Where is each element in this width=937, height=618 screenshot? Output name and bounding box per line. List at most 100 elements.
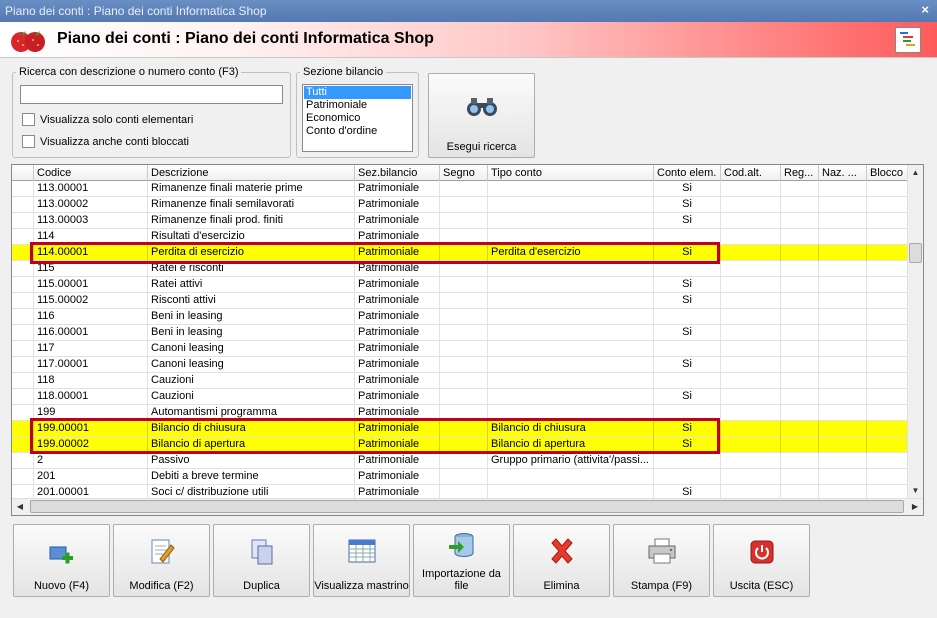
cell-sez-bilancio[interactable]: Patrimoniale [355,293,440,309]
row-indicator[interactable] [12,197,34,213]
table-row[interactable]: 114 Risultati d'esercizio Patrimoniale [12,229,908,245]
cell-descrizione[interactable]: Canoni leasing [148,357,355,373]
vertical-scrollbar[interactable]: ▲ ▼ [907,165,923,499]
cell-naz[interactable] [819,245,867,261]
cell-cod-alt[interactable] [721,405,781,421]
cell-codice[interactable]: 116 [34,309,148,325]
table-row[interactable]: 118 Cauzioni Patrimoniale [12,373,908,389]
cell-conto-elem[interactable]: Si [654,197,721,213]
row-indicator[interactable] [12,181,34,197]
cell-cod-alt[interactable] [721,213,781,229]
row-indicator[interactable] [12,389,34,405]
cell-conto-elem[interactable] [654,309,721,325]
column-header-sez-bilancio[interactable]: Sez.bilancio [355,165,440,181]
cell-naz[interactable] [819,469,867,485]
cell-blocco[interactable] [867,261,908,277]
cell-tipo-conto[interactable] [488,197,654,213]
checkbox-anche-bloccati[interactable]: Visualizza anche conti bloccati [22,135,189,148]
cell-segno[interactable] [440,357,488,373]
cell-tipo-conto[interactable] [488,325,654,341]
cell-naz[interactable] [819,357,867,373]
cell-sez-bilancio[interactable]: Patrimoniale [355,437,440,453]
cell-codice[interactable]: 115.00002 [34,293,148,309]
cell-codice[interactable]: 117.00001 [34,357,148,373]
cell-descrizione[interactable]: Ratei e risconti [148,261,355,277]
cell-naz[interactable] [819,229,867,245]
cell-descrizione[interactable]: Automantismi programma [148,405,355,421]
cell-blocco[interactable] [867,357,908,373]
cell-cod-alt[interactable] [721,309,781,325]
cell-sez-bilancio[interactable]: Patrimoniale [355,357,440,373]
cell-descrizione[interactable]: Debiti a breve termine [148,469,355,485]
table-row[interactable]: 115.00001 Ratei attivi Patrimoniale Si [12,277,908,293]
sezione-option[interactable]: Conto d'ordine [304,125,411,138]
cell-codice[interactable]: 113.00003 [34,213,148,229]
cell-codice[interactable]: 114 [34,229,148,245]
sezione-option[interactable]: Patrimoniale [304,99,411,112]
table-row[interactable]: 199.00002 Bilancio di apertura Patrimonial… [12,437,908,453]
cell-sez-bilancio[interactable]: Patrimoniale [355,325,440,341]
cell-blocco[interactable] [867,293,908,309]
cell-codice[interactable]: 116.00001 [34,325,148,341]
cell-tipo-conto[interactable] [488,389,654,405]
cell-segno[interactable] [440,421,488,437]
column-header-codice[interactable]: Codice [34,165,148,181]
horizontal-scrollbar[interactable]: ◀ ▶ [12,498,923,515]
cell-tipo-conto[interactable]: Perdita d'esercizio [488,245,654,261]
cell-blocco[interactable] [867,453,908,469]
cell-tipo-conto[interactable] [488,213,654,229]
cell-cod-alt[interactable] [721,469,781,485]
cell-sez-bilancio[interactable]: Patrimoniale [355,181,440,197]
scroll-right-arrow-icon[interactable]: ▶ [907,499,923,515]
cell-codice[interactable]: 118.00001 [34,389,148,405]
cell-tipo-conto[interactable]: Gruppo primario (attivita'/passi... [488,453,654,469]
row-indicator[interactable] [12,325,34,341]
cell-conto-elem[interactable]: Si [654,245,721,261]
table-row[interactable]: 199 Automantismi programma Patrimoniale [12,405,908,421]
row-indicator[interactable] [12,421,34,437]
cell-descrizione[interactable]: Canoni leasing [148,341,355,357]
cell-reg[interactable] [781,421,819,437]
cell-cod-alt[interactable] [721,325,781,341]
cell-descrizione[interactable]: Risconti attivi [148,293,355,309]
cell-blocco[interactable] [867,405,908,421]
cell-cod-alt[interactable] [721,181,781,197]
row-indicator[interactable] [12,373,34,389]
cell-blocco[interactable] [867,245,908,261]
cell-descrizione[interactable]: Passivo [148,453,355,469]
cell-blocco[interactable] [867,437,908,453]
cell-cod-alt[interactable] [721,357,781,373]
cell-codice[interactable]: 199.00001 [34,421,148,437]
search-input[interactable] [20,85,283,104]
importazione-button[interactable]: Importazione da file [413,524,510,597]
sezione-option[interactable]: Economico [304,112,411,125]
cell-codice[interactable]: 199.00002 [34,437,148,453]
cell-naz[interactable] [819,213,867,229]
table-row[interactable]: 117 Canoni leasing Patrimoniale [12,341,908,357]
table-row[interactable]: 116 Beni in leasing Patrimoniale [12,309,908,325]
cell-codice[interactable]: 115 [34,261,148,277]
cell-tipo-conto[interactable] [488,277,654,293]
cell-reg[interactable] [781,405,819,421]
cell-segno[interactable] [440,229,488,245]
row-indicator[interactable] [12,245,34,261]
scroll-up-arrow-icon[interactable]: ▲ [908,165,923,181]
cell-codice[interactable]: 113.00001 [34,181,148,197]
cell-segno[interactable] [440,197,488,213]
cell-conto-elem[interactable]: Si [654,437,721,453]
cell-reg[interactable] [781,309,819,325]
cell-conto-elem[interactable]: Si [654,181,721,197]
checkbox-box[interactable] [22,135,35,148]
cell-conto-elem[interactable] [654,341,721,357]
accounts-grid[interactable]: Codice Descrizione Sez.bilancio Segno Ti… [11,164,924,516]
cell-reg[interactable] [781,341,819,357]
checkbox-solo-elementari[interactable]: Visualizza solo conti elementari [22,113,193,126]
cell-blocco[interactable] [867,213,908,229]
cell-tipo-conto[interactable] [488,309,654,325]
cell-sez-bilancio[interactable]: Patrimoniale [355,197,440,213]
column-header-conto-elem[interactable]: Conto elem. [654,165,721,181]
cell-conto-elem[interactable]: Si [654,357,721,373]
column-header-naz[interactable]: Naz. ... [819,165,867,181]
cell-reg[interactable] [781,453,819,469]
cell-segno[interactable] [440,277,488,293]
